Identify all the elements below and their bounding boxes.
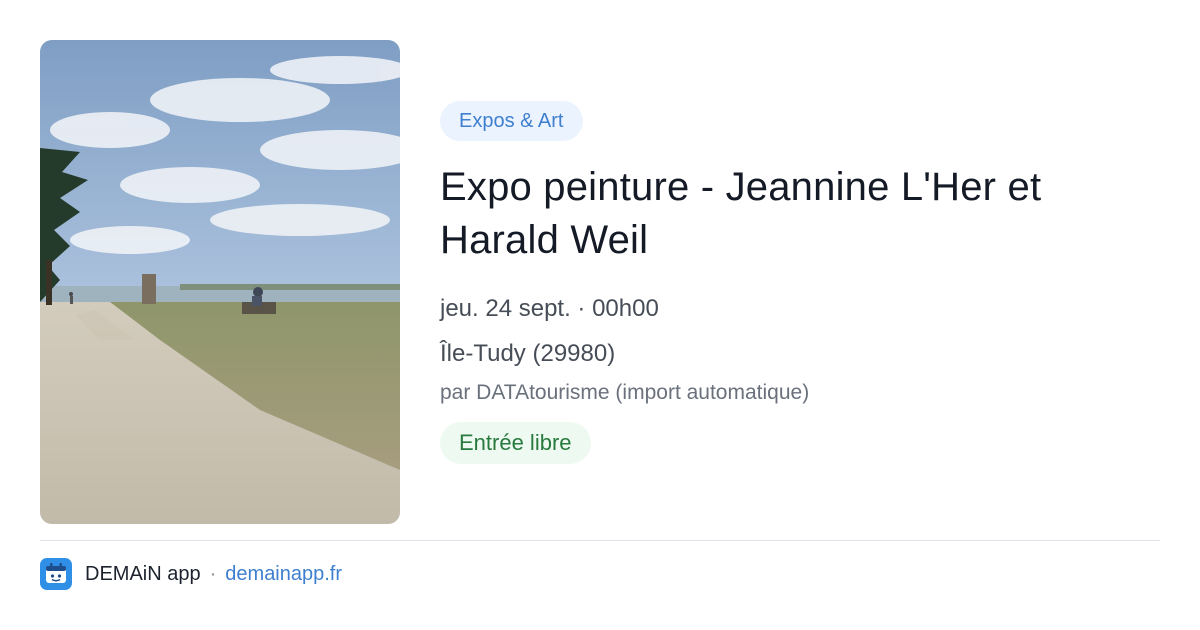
footer-divider	[40, 540, 1160, 541]
event-date: jeu. 24 sept. · 00h00	[440, 295, 659, 322]
event-photo	[40, 40, 400, 524]
event-details: Expos & Art Expo peinture - Jeannine L'H…	[440, 101, 1160, 464]
app-name: DEMAiN app	[85, 562, 201, 585]
category-badge[interactable]: Expos & Art	[440, 101, 583, 141]
footer-separator: ·	[209, 562, 217, 585]
demain-app-logo-icon	[40, 558, 72, 590]
footer: DEMAiN app · demainapp.fr	[40, 558, 342, 590]
event-source: par DATAtourisme (import automatique)	[440, 381, 810, 404]
price-badge: Entrée libre	[440, 422, 591, 464]
site-link[interactable]: demainapp.fr	[225, 563, 342, 586]
event-title: Expo peinture - Jeannine L'Her et Harald…	[440, 165, 1042, 262]
event-location: Île-Tudy (29980)	[440, 340, 616, 367]
